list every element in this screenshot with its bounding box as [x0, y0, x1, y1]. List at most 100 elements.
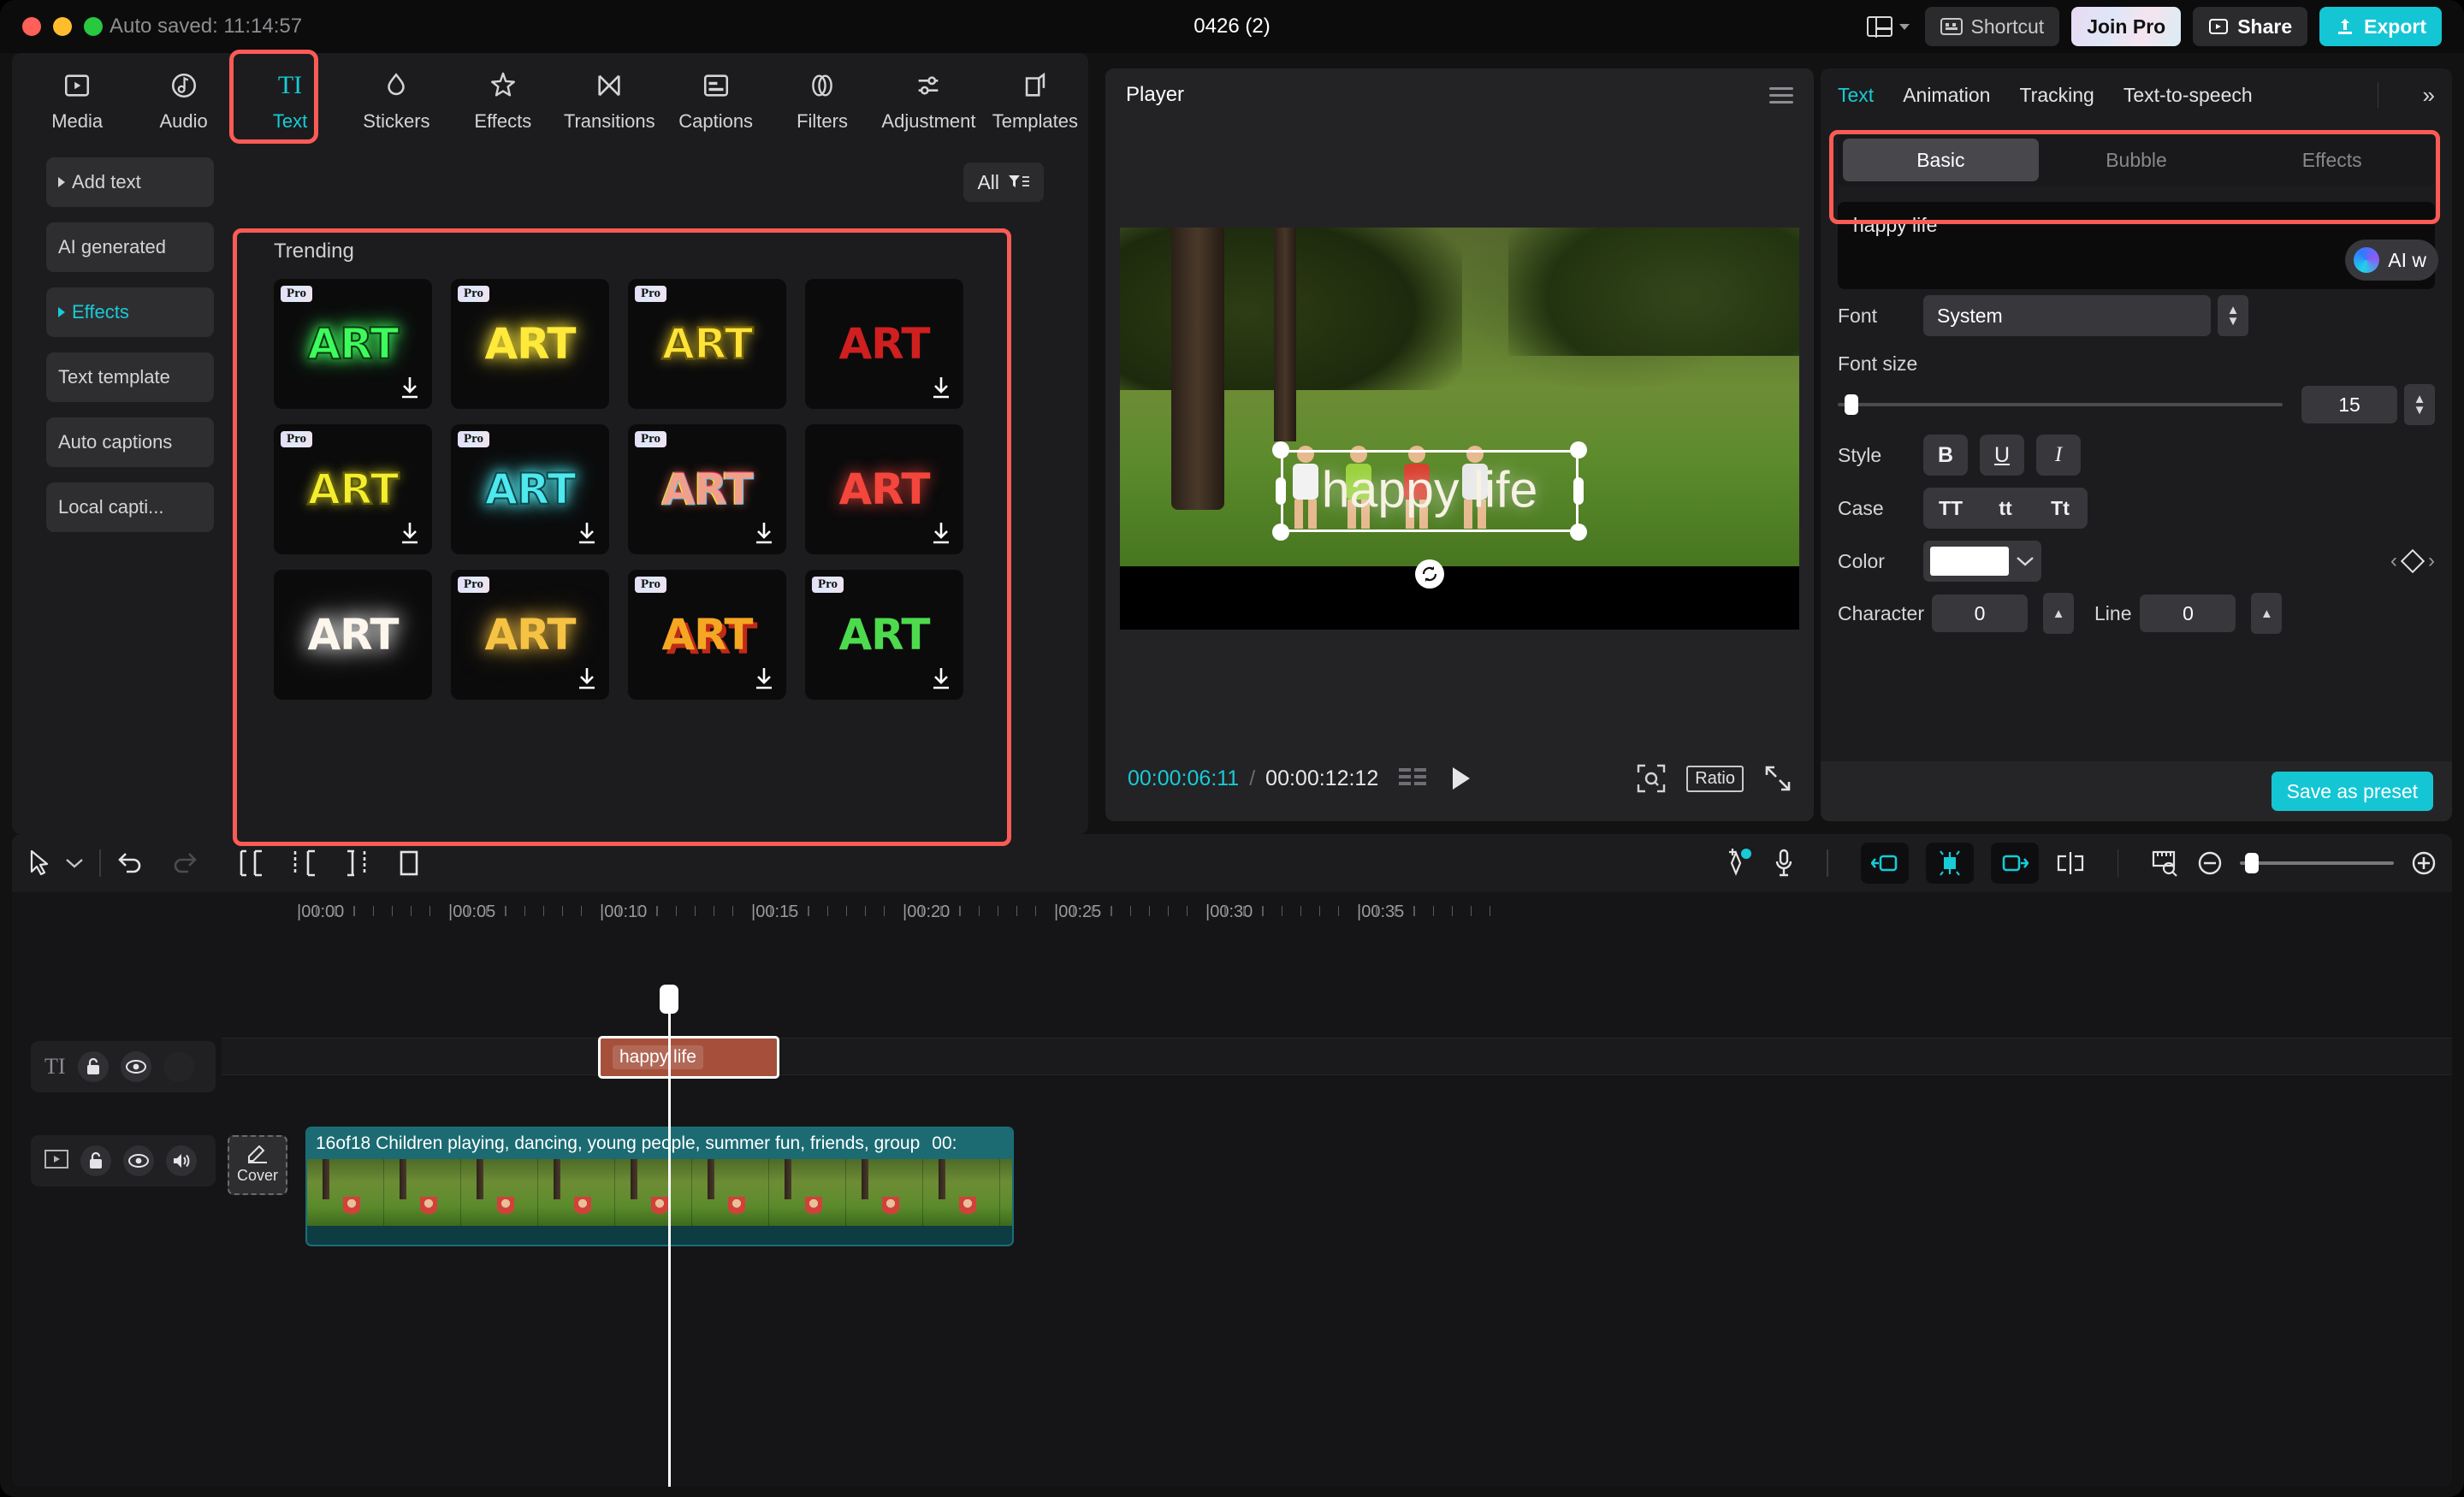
zoom-slider[interactable]: [2240, 861, 2394, 865]
module-tab-text[interactable]: TI Text: [237, 66, 343, 133]
case-uppercase-button[interactable]: TT: [1923, 497, 1978, 520]
download-icon[interactable]: [931, 667, 951, 689]
ai-write-button[interactable]: AI w: [2345, 240, 2438, 281]
snapshot-icon[interactable]: [1637, 764, 1666, 793]
module-tab-media[interactable]: Media: [24, 66, 130, 133]
trim-start-button[interactable]: [291, 849, 317, 877]
art-card[interactable]: ProART: [628, 570, 786, 700]
trim-end-button[interactable]: [344, 849, 370, 877]
category-add-text[interactable]: Add text: [46, 157, 214, 207]
download-icon[interactable]: [754, 667, 774, 689]
minimize-window-button[interactable]: [53, 17, 72, 36]
maximize-window-button[interactable]: [84, 17, 103, 36]
art-card[interactable]: ART: [274, 570, 432, 700]
art-card[interactable]: ProART: [628, 424, 786, 554]
module-tab-audio[interactable]: Audio: [130, 66, 236, 133]
download-icon[interactable]: [931, 376, 951, 399]
download-icon[interactable]: [400, 376, 420, 399]
gallery-filter-button[interactable]: All: [963, 163, 1044, 202]
category-effects[interactable]: Effects: [46, 287, 214, 337]
timeline-ruler[interactable]: |00:00|00:05|00:10|00:15|00:20|00:25|00:…: [12, 892, 2452, 937]
segment-bubble[interactable]: Bubble: [2039, 139, 2235, 181]
art-card[interactable]: ProART: [274, 279, 432, 409]
play-icon[interactable]: [1450, 766, 1472, 791]
text-track-lock-button[interactable]: [78, 1051, 109, 1082]
art-card[interactable]: ProART: [451, 570, 609, 700]
bold-button[interactable]: B: [1923, 435, 1968, 476]
underline-button[interactable]: U: [1980, 435, 2024, 476]
text-track-visibility-button[interactable]: [121, 1051, 151, 1082]
resize-handle-middle-right[interactable]: [1573, 477, 1584, 505]
join-pro-button[interactable]: Join Pro: [2071, 7, 2181, 46]
align-left-button[interactable]: [1861, 843, 1909, 884]
segment-basic[interactable]: Basic: [1843, 139, 2039, 181]
video-track-lock-button[interactable]: [80, 1145, 111, 1176]
font-size-slider-knob[interactable]: [1845, 394, 1858, 415]
art-card[interactable]: ProART: [451, 424, 609, 554]
line-spacing-value[interactable]: 0: [2140, 595, 2236, 632]
video-clip[interactable]: 16of18 Children playing, dancing, young …: [305, 1127, 1014, 1246]
shortcut-button[interactable]: Shortcut: [1925, 7, 2060, 46]
italic-button[interactable]: I: [2036, 435, 2081, 476]
segment-effects[interactable]: Effects: [2234, 139, 2430, 181]
zoom-slider-knob[interactable]: [2245, 853, 2259, 873]
character-spacing-stepper[interactable]: ▲: [2043, 593, 2074, 634]
category-text-template[interactable]: Text template: [46, 352, 214, 402]
font-size-slider[interactable]: [1838, 403, 2283, 406]
export-button[interactable]: Export: [2319, 7, 2442, 46]
keyframe-next-icon[interactable]: ›: [2428, 549, 2435, 573]
art-card[interactable]: ProART: [805, 570, 963, 700]
category-ai-generated[interactable]: AI generated: [46, 222, 214, 272]
download-icon[interactable]: [754, 522, 774, 544]
share-button[interactable]: Share: [2193, 7, 2307, 46]
resize-handle-bottom-right[interactable]: [1570, 524, 1587, 541]
keyframe-prev-icon[interactable]: ‹: [2390, 549, 2397, 573]
split-marker-button[interactable]: [2056, 851, 2085, 875]
art-card[interactable]: ProART: [274, 424, 432, 554]
tab-animation[interactable]: Animation: [1903, 84, 1990, 107]
delete-button[interactable]: [397, 849, 421, 877]
resize-handle-middle-left[interactable]: [1276, 477, 1286, 505]
art-card[interactable]: ProART: [628, 279, 786, 409]
cover-button[interactable]: Cover: [228, 1135, 287, 1195]
case-titlecase-button[interactable]: Tt: [2033, 497, 2088, 520]
text-track-lane[interactable]: happy life: [222, 1038, 2452, 1075]
video-preview[interactable]: happy life: [1120, 228, 1799, 630]
undo-button[interactable]: [116, 850, 144, 876]
color-keyframe-control[interactable]: ‹ ›: [2390, 549, 2435, 573]
split-clip-button[interactable]: [1926, 843, 1974, 884]
marker-tool-button[interactable]: [2151, 849, 2180, 877]
playhead[interactable]: [668, 997, 671, 1487]
ratio-button[interactable]: Ratio: [1686, 766, 1744, 792]
split-left-button[interactable]: [238, 849, 264, 877]
window-controls[interactable]: [22, 17, 103, 36]
category-local-captions[interactable]: Local capti...: [46, 482, 214, 532]
color-picker[interactable]: [1923, 541, 2041, 582]
art-card[interactable]: ProART: [451, 279, 609, 409]
tab-tracking[interactable]: Tracking: [2019, 84, 2094, 107]
video-track-visibility-button[interactable]: [123, 1145, 154, 1176]
font-size-stepper[interactable]: ▲▼: [2404, 384, 2435, 425]
align-right-button[interactable]: [1991, 843, 2039, 884]
close-window-button[interactable]: [22, 17, 41, 36]
case-lowercase-button[interactable]: tt: [1978, 497, 2033, 520]
art-card[interactable]: ART: [805, 424, 963, 554]
font-stepper[interactable]: ▲▼: [2218, 295, 2248, 336]
art-card[interactable]: ART: [805, 279, 963, 409]
ai-tools-button[interactable]: [1724, 848, 1756, 879]
layout-switch-button[interactable]: [1863, 11, 1913, 42]
select-tool-button[interactable]: [27, 849, 53, 877]
player-menu-button[interactable]: [1769, 83, 1793, 108]
zoom-in-button[interactable]: [2411, 850, 2437, 876]
resize-handle-top-left[interactable]: [1272, 441, 1289, 459]
video-track-mute-button[interactable]: [166, 1145, 197, 1176]
font-size-value[interactable]: 15: [2301, 386, 2397, 423]
font-select[interactable]: System: [1923, 295, 2211, 336]
playhead-handle[interactable]: [660, 985, 678, 1014]
redo-button[interactable]: [171, 850, 198, 876]
download-icon[interactable]: [400, 522, 420, 544]
download-icon[interactable]: [577, 667, 597, 689]
module-tab-captions[interactable]: Captions: [662, 66, 768, 133]
rotate-handle[interactable]: [1415, 559, 1444, 589]
module-tab-adjustment[interactable]: Adjustment: [875, 66, 981, 133]
